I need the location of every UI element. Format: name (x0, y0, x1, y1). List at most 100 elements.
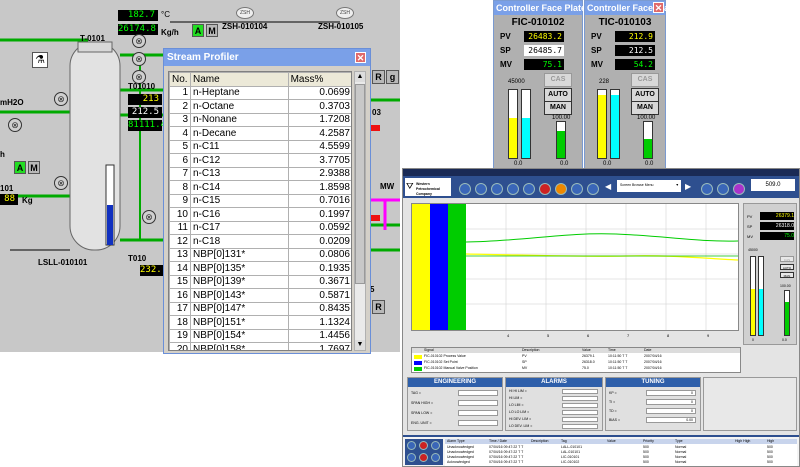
remote-button-lower[interactable]: R (372, 300, 385, 314)
tuning-field-input[interactable]: 0 (646, 408, 696, 414)
sp-value[interactable]: 26485.7 (524, 45, 564, 56)
column-header-mass[interactable]: Mass% (287, 72, 351, 87)
acknowledge-icon[interactable] (407, 441, 416, 450)
chevron-down-icon[interactable]: ▼ (676, 183, 679, 188)
valve-icon[interactable]: ⊗ (8, 118, 22, 132)
cas-button[interactable]: CAS (544, 73, 572, 87)
table-row[interactable]: 1 n-Heptane 0.0699 (169, 85, 351, 100)
table-row[interactable]: 20 NBP[0]158* 1.7697 (169, 342, 351, 350)
engineering-field-input[interactable] (458, 410, 498, 416)
table-row[interactable]: 16 NBP[0]143* 0.5871 (169, 288, 351, 303)
table-row[interactable]: 5 n-C11 4.5599 (169, 139, 351, 154)
help-icon[interactable] (717, 183, 729, 195)
engineering-field-input[interactable] (458, 390, 498, 396)
history-icon[interactable] (431, 453, 440, 462)
alarm-limit-input[interactable] (562, 403, 598, 408)
auto-button[interactable]: AUTO (631, 88, 659, 102)
trend-icon[interactable] (507, 183, 519, 195)
alarm-limit-input[interactable] (562, 424, 598, 429)
tuning-field-input[interactable]: 0 (646, 399, 696, 405)
tuning-field-input[interactable]: 0.00 (646, 417, 696, 423)
valve-icon[interactable]: ⊗ (142, 210, 156, 224)
screen-browse-menu[interactable]: Screen Browse Menu ▼ (617, 180, 681, 192)
g-button[interactable]: g (386, 70, 399, 84)
man-button[interactable]: MAN (780, 272, 794, 278)
auto-button-top[interactable]: A (192, 24, 204, 37)
alarm-column-header[interactable]: High (767, 439, 774, 444)
alarm-column-header[interactable]: High High (735, 439, 750, 444)
arrow-left-icon[interactable]: ◀ (605, 182, 611, 191)
cas-button[interactable]: CAS (631, 73, 659, 87)
table-row[interactable]: 7 n-C13 2.9388 (169, 166, 351, 181)
cas-button[interactable]: CAS (780, 256, 794, 262)
table-row[interactable]: 2 n-Octane 0.3703 (169, 99, 351, 114)
alarm-column-header[interactable]: Priority (643, 439, 654, 444)
arrow-right-icon[interactable]: ▶ (685, 182, 691, 191)
alarm-column-header[interactable]: Alarm Type (447, 439, 465, 444)
tuning-icon[interactable] (523, 183, 535, 195)
table-row[interactable]: 17 NBP[0]147* 0.8435 (169, 301, 351, 316)
table-row[interactable]: 14 NBP[0]135* 0.1935 (169, 261, 351, 276)
table-row[interactable]: 9 n-C15 0.7016 (169, 193, 351, 208)
close-icon[interactable]: ✕ (355, 52, 366, 63)
table-row[interactable]: 15 NBP[0]139* 0.3671 (169, 274, 351, 289)
alarm-column-header[interactable]: Time / Date (489, 439, 507, 444)
column-header-name[interactable]: Name (190, 72, 289, 87)
close-icon[interactable]: ✕ (653, 2, 664, 13)
alarm-bell-icon[interactable] (419, 453, 428, 462)
faceplate-titlebar[interactable]: Controller Face Plate (494, 1, 586, 15)
filter-icon[interactable] (431, 441, 440, 450)
logout-icon[interactable] (733, 183, 745, 195)
home-icon[interactable] (459, 183, 471, 195)
valve-icon[interactable]: ⊗ (132, 52, 146, 66)
warning-icon[interactable] (555, 183, 567, 195)
trend-plot[interactable] (411, 203, 739, 331)
table-row[interactable]: 13 NBP[0]131* 0.0806 (169, 247, 351, 262)
table-row[interactable]: 18 NBP[0]151* 1.1324 (169, 315, 351, 330)
scroll-down-icon[interactable]: ▼ (355, 340, 365, 350)
auto-button-left[interactable]: A (14, 161, 26, 174)
man-button[interactable]: MAN (631, 101, 659, 115)
table-row[interactable]: 11 n-C17 0.0592 (169, 220, 351, 235)
valve-icon[interactable]: ⊗ (132, 34, 146, 48)
silence-icon[interactable] (419, 441, 428, 450)
table-row[interactable]: 12 n-C18 0.0209 (169, 234, 351, 249)
alarm-limit-input[interactable] (562, 410, 598, 415)
scroll-up-icon[interactable]: ▲ (355, 72, 365, 82)
engineering-field-input[interactable] (458, 420, 498, 426)
alarm-icon[interactable] (539, 183, 551, 195)
man-button[interactable]: MAN (544, 101, 572, 115)
alarm-column-header[interactable]: Type (675, 439, 683, 444)
table-row[interactable]: 10 n-C16 0.1997 (169, 207, 351, 222)
table-row[interactable]: 3 n-Nonane 1.7208 (169, 112, 351, 127)
settings-icon[interactable] (587, 183, 599, 195)
alarm-limit-input[interactable] (562, 396, 598, 401)
sort-icon[interactable] (407, 453, 416, 462)
tuning-field-input[interactable]: 0 (646, 390, 696, 396)
alarm-limit-input[interactable] (562, 417, 598, 422)
auto-button[interactable]: AUTO (544, 88, 572, 102)
table-row[interactable]: 6 n-C12 3.7705 (169, 153, 351, 168)
engineering-field-input[interactable] (458, 400, 498, 406)
table-row[interactable]: 8 n-C14 1.8598 (169, 180, 351, 195)
manual-button-top[interactable]: M (206, 24, 218, 37)
valve-icon[interactable]: ⊗ (54, 92, 68, 106)
overview-icon[interactable] (475, 183, 487, 195)
manual-button-left[interactable]: M (28, 161, 40, 174)
sp-value[interactable]: 26318.0 (760, 222, 794, 230)
sp-value[interactable]: 212.5 (615, 45, 655, 56)
remote-button[interactable]: R (372, 70, 385, 84)
alarm-column-header[interactable]: Tag (561, 439, 567, 444)
flask-icon[interactable]: ⚗ (32, 52, 48, 68)
alarm-row[interactable]: Acknowledged 07/04/16 09:47:22 T T LIC-010… (445, 460, 797, 465)
report-icon[interactable] (571, 183, 583, 195)
table-row[interactable]: 4 n-Decane 4.2587 (169, 126, 351, 141)
valve-icon[interactable]: ⊗ (54, 176, 68, 190)
alarm-column-header[interactable]: Description (531, 439, 549, 444)
group-icon[interactable] (491, 183, 503, 195)
auto-button[interactable]: AUTO (780, 264, 794, 270)
column-header-no[interactable]: No. (169, 72, 191, 87)
scroll-thumb[interactable] (355, 84, 365, 284)
stream-profiler-titlebar[interactable]: Stream Profiler (164, 49, 370, 66)
alarm-limit-input[interactable] (562, 389, 598, 394)
